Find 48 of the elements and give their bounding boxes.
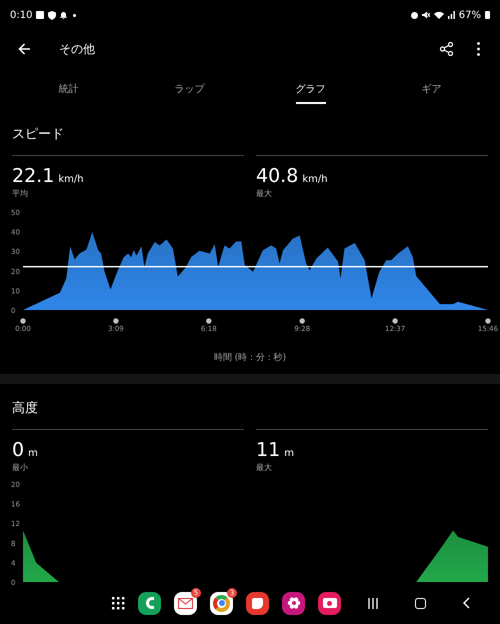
back-arrow-icon[interactable] xyxy=(18,43,31,55)
stat-label: 平均 xyxy=(12,188,29,200)
shield-icon xyxy=(48,10,56,20)
mute-icon xyxy=(422,11,430,19)
stat-unit: km/h xyxy=(58,173,84,187)
status-time: 0:10 xyxy=(10,8,32,22)
home-icon[interactable] xyxy=(415,598,426,608)
tab[interactable]: 統計 xyxy=(58,74,78,104)
tab[interactable]: グラフ xyxy=(296,74,326,104)
tick-dot xyxy=(485,318,491,324)
stat-unit: m xyxy=(284,446,294,460)
battery-percent: 67% xyxy=(458,8,481,22)
tick-dot xyxy=(113,318,119,324)
app-grid-icon[interactable] xyxy=(111,596,125,610)
stat-unit: m xyxy=(28,446,38,460)
tick-dot xyxy=(206,318,212,324)
stat-value: 11 xyxy=(256,438,280,462)
stat-label: 最大 xyxy=(256,188,273,200)
section-title: スピード xyxy=(12,127,64,142)
tick-dot xyxy=(300,318,305,324)
stat-value: 22.1 xyxy=(12,164,54,188)
battery-icon xyxy=(485,11,490,19)
envelope-icon xyxy=(178,598,193,608)
stat-label: 最小 xyxy=(12,462,29,474)
back-icon[interactable] xyxy=(463,597,470,609)
wifi-icon xyxy=(434,11,444,19)
share-icon[interactable] xyxy=(440,42,453,56)
axis-title: 時間 (時 : 分 : 秒) xyxy=(214,352,286,365)
signal-icon xyxy=(448,11,455,19)
stat-value: 0 xyxy=(12,438,24,462)
stat-label: 最大 xyxy=(256,462,273,474)
page-title: その他 xyxy=(59,41,95,58)
tab[interactable]: ギア xyxy=(422,74,442,104)
more-options-icon[interactable] xyxy=(477,42,480,56)
recents-icon[interactable] xyxy=(368,598,378,608)
flower-app-icon[interactable] xyxy=(282,592,305,614)
tick-dot xyxy=(20,318,26,324)
phone-app-icon[interactable] xyxy=(138,592,161,614)
stat-value: 40.8 xyxy=(256,164,298,188)
tab[interactable]: ラップ xyxy=(174,74,204,104)
gallery-icon xyxy=(36,11,44,19)
alarm-icon xyxy=(410,12,418,18)
tick-dot xyxy=(392,318,398,324)
stat-unit: km/h xyxy=(302,173,328,187)
notes-app-icon[interactable] xyxy=(246,592,269,614)
camera-app-icon[interactable] xyxy=(318,592,341,614)
section-title: 高度 xyxy=(12,400,38,416)
bell-icon xyxy=(60,11,68,19)
